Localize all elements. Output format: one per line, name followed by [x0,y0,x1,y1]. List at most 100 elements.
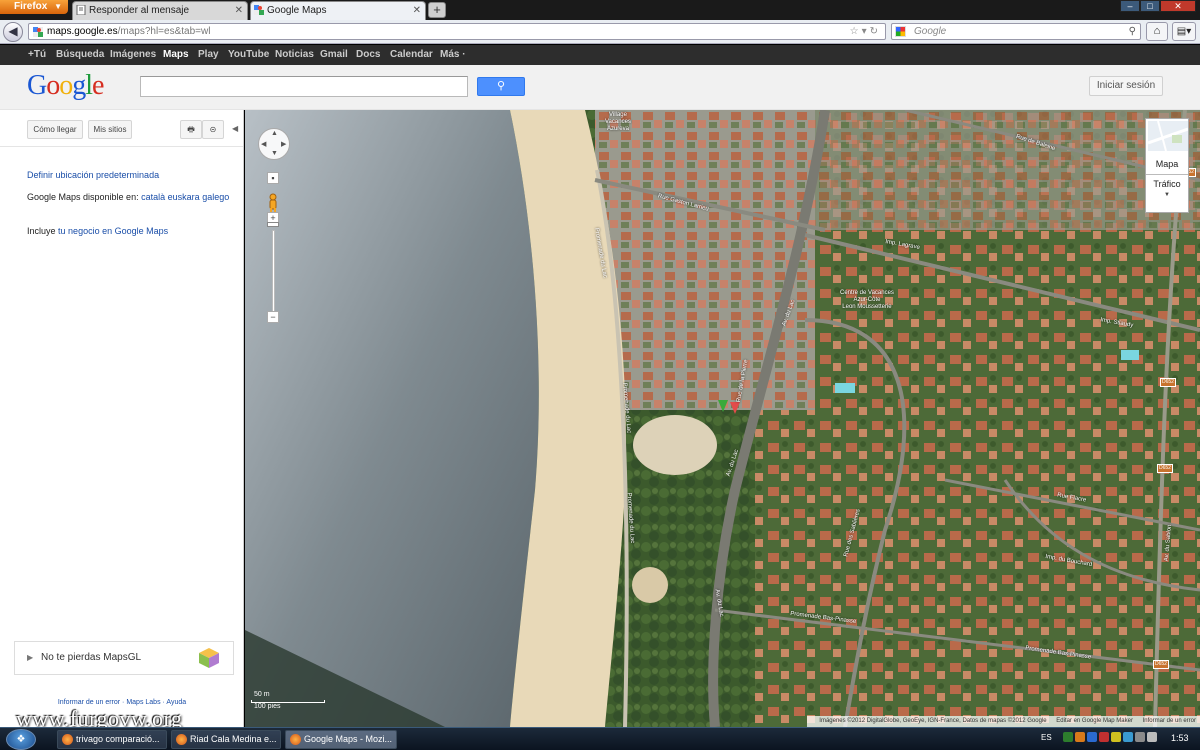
sign-in-button[interactable]: Iniciar sesión [1089,76,1163,96]
road-shield: D652 [1157,464,1173,473]
firefox-icon [290,734,301,745]
tray-app-icon[interactable] [1063,732,1073,742]
map-type-label[interactable]: Mapa [1146,159,1188,169]
map-type-control[interactable]: Mapa Tráfico ▼ [1145,118,1189,213]
poi-label-village[interactable]: Village Vacances Azureva [605,112,631,133]
panel-footer-links[interactable]: Informar de un error · Maps Labs · Ayuda [0,699,244,706]
taskbar-button-riad[interactable]: Riad Cala Medina e... [171,730,281,749]
bookmark-star-icon[interactable]: ☆ [850,26,862,37]
language-link-galego[interactable]: galego [202,192,229,202]
google-header: Google ⚲ Iniciar sesión [0,65,1200,110]
search-icon: ⚲ [496,80,506,92]
link-icon[interactable]: ⊝ [202,120,224,139]
traffic-label[interactable]: Tráfico [1146,179,1188,189]
volume-icon[interactable] [1147,732,1157,742]
bookmarks-menu-icon[interactable]: ▤▾ [1172,22,1196,41]
search-icon[interactable]: ⚲ [1129,24,1136,39]
gbar-link-plus[interactable]: +Tú [28,45,46,65]
tray-icons [1063,732,1157,742]
zoom-out-button[interactable]: − [267,311,279,323]
tray-app-icon[interactable] [1099,732,1109,742]
gbar-link-search[interactable]: Búsqueda [56,45,104,65]
pan-right-icon[interactable]: ▶ [281,140,286,148]
gbar-link-calendar[interactable]: Calendar [390,45,433,65]
gbar-link-gmail[interactable]: Gmail [320,45,348,65]
poi-label-centre[interactable]: Centre de Vacances Azur-Côte Leon Moussett… [840,290,894,311]
gbar-link-youtube[interactable]: YouTube [228,45,269,65]
start-button[interactable]: ❖ [6,729,36,750]
tray-app-icon[interactable] [1111,732,1121,742]
tab-responder[interactable]: Responder al mensaje ✕ [72,1,248,20]
zoom-slider-handle[interactable] [267,222,279,227]
gbar-link-more[interactable]: Más · [440,45,466,65]
gbar-link-images[interactable]: Imágenes [110,45,156,65]
map-maker-link[interactable]: Editar en Google Map Maker [1056,718,1133,724]
browser-tab-bar: Firefox ▼ Responder al mensaje ✕ Google … [0,0,1200,20]
map-canvas[interactable]: Village Vacances Azureva Centre de Vacance… [245,110,1200,727]
tray-app-icon[interactable] [1123,732,1133,742]
map-scale: 50 m 100 pies [249,691,327,713]
language-link-euskara[interactable]: euskara [168,192,200,202]
gbar-link-news[interactable]: Noticias [275,45,314,65]
business-prefix: Incluye [27,226,56,236]
gbar-link-play[interactable]: Play [198,45,219,65]
taskbar-button-trivago[interactable]: trivago comparació... [57,730,167,749]
firefox-icon [176,734,187,745]
close-window-icon[interactable]: ✕ [1160,0,1196,12]
report-error-link[interactable]: Informar de un error [1143,718,1196,724]
taskbar-button-google-maps[interactable]: Google Maps - Mozi... [285,730,397,749]
window-controls: – □ ✕ [1120,0,1196,13]
url-bar[interactable]: maps.google.es/maps?hl=es&tab=wl ☆▾↻ [28,23,886,40]
language-link-catala[interactable]: català [141,192,165,202]
tab-google-maps[interactable]: Google Maps ✕ [250,1,426,20]
maps-search-input[interactable] [140,76,468,97]
pegman-toggle-icon[interactable]: ▪ [267,172,279,184]
chevron-down-icon: ▼ [54,2,62,11]
business-link[interactable]: tu negocio en Google Maps [58,226,168,236]
map-thumbnail[interactable] [1148,121,1188,151]
zoom-slider-track[interactable] [272,230,275,312]
browser-search-input[interactable]: Google ⚲ [891,23,1141,40]
history-dropdown-icon[interactable]: ▾ [862,26,870,37]
search-placeholder: Google [914,26,947,37]
default-location-link[interactable]: Definir ubicación predeterminada [27,170,159,180]
maximize-icon[interactable]: □ [1140,0,1160,12]
pan-control[interactable]: ▲ ▼ ◀ ▶ [258,128,290,160]
tray-app-icon[interactable] [1087,732,1097,742]
pan-up-icon[interactable]: ▲ [271,130,278,137]
available-languages-line: Google Maps disponible en: català euskar… [27,192,237,203]
tray-app-icon[interactable] [1075,732,1085,742]
tab-title: Responder al mensaje [89,5,190,16]
collapse-panel-icon[interactable]: ◀ [232,124,238,133]
windows-logo-icon: ❖ [16,734,26,745]
map-attribution: Imágenes ©2012 DigitalGlobe, GeoEye, IGN… [807,716,1200,727]
network-icon[interactable] [1135,732,1145,742]
home-icon[interactable]: ⌂ [1146,22,1168,41]
firefox-menu-button[interactable]: Firefox ▼ [0,0,68,14]
my-places-button[interactable]: Mis sitios [88,120,132,139]
google-search-engine-icon[interactable] [895,26,906,37]
pan-down-icon[interactable]: ▼ [271,150,278,157]
new-tab-button[interactable]: + [428,2,446,18]
chevron-down-icon[interactable]: ▼ [1146,192,1188,198]
clock[interactable]: 1:53 [1171,733,1189,743]
scale-metric: 50 m [254,691,270,698]
google-logo[interactable]: Google [27,70,104,102]
close-tab-icon[interactable]: ✕ [235,2,243,19]
back-arrow-icon[interactable]: ◀ [3,22,23,42]
gbar-link-docs[interactable]: Docs [356,45,380,65]
directions-button[interactable]: Cómo llegar [27,120,83,139]
minimize-icon[interactable]: – [1120,0,1140,12]
print-icon[interactable]: 🖶 [180,120,202,139]
language-indicator[interactable]: ES [1041,733,1052,742]
search-button[interactable]: ⚲ [477,77,525,96]
mapsgl-promo[interactable]: ▶ No te pierdas MapsGL [14,641,234,675]
google-maps-icon [33,27,43,37]
mapsgl-label: No te pierdas MapsGL [41,652,142,663]
reload-icon[interactable]: ↻ [870,26,881,37]
attribution-text: Imágenes ©2012 DigitalGlobe, GeoEye, IGN… [819,718,1047,724]
pan-left-icon[interactable]: ◀ [261,140,266,148]
gbar-link-maps[interactable]: Maps [163,45,189,65]
url-bar-icons: ☆▾↻ [850,24,881,39]
close-tab-icon[interactable]: ✕ [413,2,421,19]
